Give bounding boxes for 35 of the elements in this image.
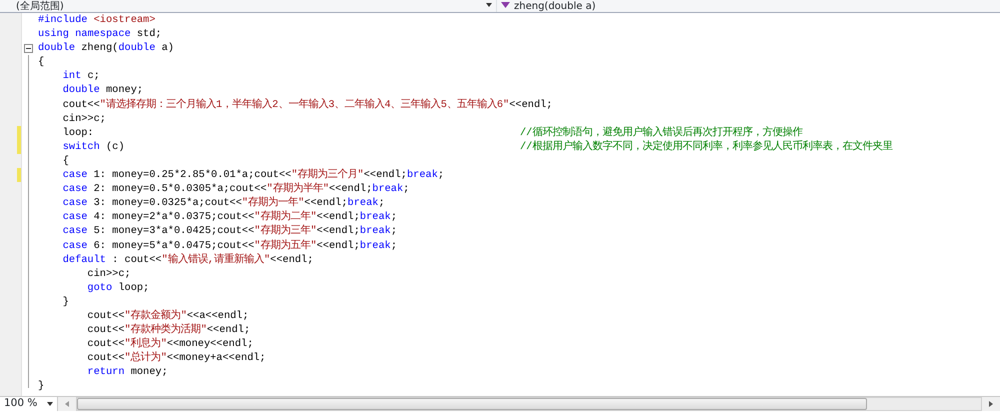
code-line: case 3: money=0.0325*a;cout<<"存期为一年"<<endl;break; — [62, 196, 386, 210]
code-line: #include <iostream> — [38, 13, 156, 28]
code-line: double money; — [62, 83, 144, 98]
code-line: cout<<"存款金额为"<<a<<endl; — [86, 308, 250, 323]
code-line: cout<<"利息为"<<money<<endl; — [86, 337, 254, 351]
code-line: { — [62, 154, 70, 168]
zoom-dropdown[interactable]: 100 % — [0, 397, 58, 411]
code-line: double zheng(double a) — [38, 41, 175, 56]
code-line: cout<<"存款种类为活期"<<endl; — [86, 323, 252, 337]
member-dropdown[interactable]: zheng(double a) — [501, 0, 1000, 12]
code-line: case 2: money=0.5*0.0305*a;cout<<"存期为半年"<<endl;break; — [62, 182, 410, 196]
code-line: cin>>c; — [86, 266, 132, 281]
code-line: case 1: money=0.25*2.85*0.01*a;cout<<"存期为三个月"<<endl;break; — [62, 168, 446, 182]
collapse-icon[interactable] — [24, 44, 33, 54]
code-line: cout<<"请选择存期：三个月输入1，半年输入2、一年输入3、二年输入4、三年输入5、五年输入6"<<endl; — [62, 98, 554, 112]
code-line: using namespace std; — [38, 27, 163, 42]
code-line: cout<<"总计为"<<money+a<<endl; — [86, 351, 267, 366]
code-line: case 6: money=5*a*0.0475;cout<<"存期为五年"<<endl;break; — [62, 238, 398, 253]
code-line: loop: //循环控制语句，避免用户输入错误后再次打开程序，方便操作 — [62, 126, 804, 140]
code-line: } — [62, 294, 70, 309]
code-line: } — [38, 379, 46, 394]
code-line: case 4: money=2*a*0.0375;cout<<"存期为二年"<<endl;break; — [62, 210, 398, 224]
code-line: goto loop; — [86, 280, 150, 295]
dropdown-arrow-icon — [47, 402, 53, 406]
horizontal-scrollbar[interactable] — [76, 397, 982, 411]
scrollbar-thumb[interactable] — [77, 398, 867, 410]
code-line: switch (c) //根据用户输入数字不同，决定使用不同利率，利率参见人民币利率表，在文件夹里 — [62, 140, 894, 154]
method-icon — [501, 2, 510, 8]
dropdown-arrow-icon — [486, 2, 492, 6]
code-line: return money; — [86, 365, 169, 380]
code-line: default : cout<<"输入错误,请重新输入"<<endl; — [62, 252, 314, 267]
code-line: cin>>c; — [62, 112, 107, 126]
code-line: int c; — [62, 69, 101, 84]
code-line: case 5: money=3*a*0.0425;cout<<"存期为三年"<<endl;break; — [62, 224, 398, 238]
code-line: { — [38, 55, 46, 70]
